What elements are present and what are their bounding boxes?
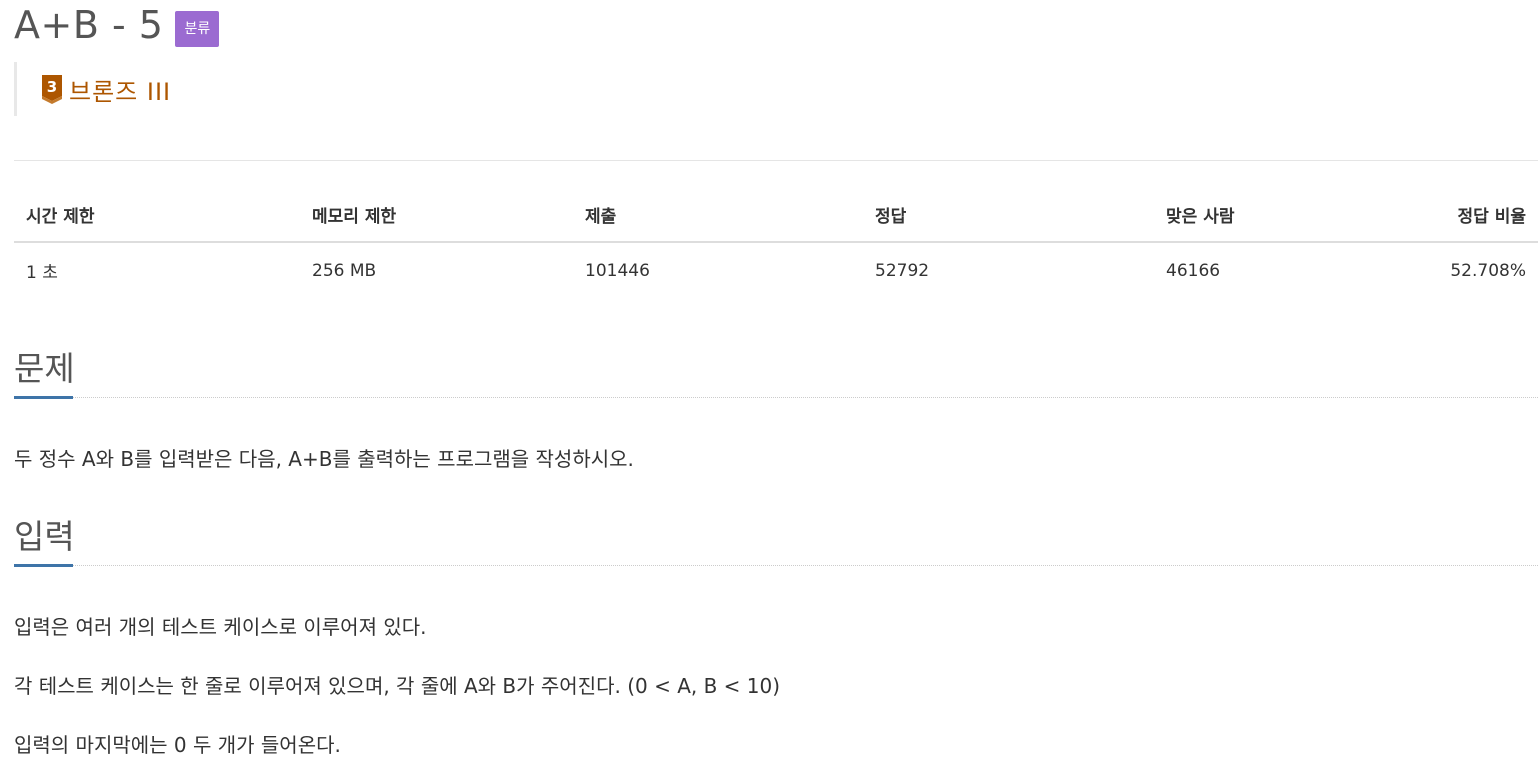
input-paragraph-3: 입력의 마지막에는 0 두 개가 들어온다. — [14, 733, 341, 757]
header-accept-rate: 정답 비율 — [1414, 188, 1538, 243]
heading-accent-bar — [14, 564, 73, 567]
input-section-heading: 입력 — [14, 512, 1538, 567]
cell-submissions[interactable]: 101446 — [573, 242, 863, 298]
cell-accepted[interactable]: 52792 — [863, 242, 1154, 298]
cell-solved-users[interactable]: 46166 — [1154, 242, 1414, 298]
header-accepted: 정답 — [863, 188, 1154, 243]
cell-time-limit: 1 초 — [26, 263, 58, 283]
problem-section-heading: 문제 — [14, 344, 1538, 399]
problem-info-table: 시간 제한 메모리 제한 제출 정답 맞은 사람 정답 비율 1 초 256 M… — [14, 188, 1538, 298]
tier-label[interactable]: 브론즈 III — [69, 72, 171, 107]
cell-memory-limit: 256 MB — [312, 260, 377, 281]
header-time-limit: 시간 제한 — [14, 188, 300, 243]
table-row: 1 초 256 MB 101446 52792 46166 52.708% — [14, 242, 1538, 298]
table-header-row: 시간 제한 메모리 제한 제출 정답 맞은 사람 정답 비율 — [14, 188, 1538, 243]
input-paragraph-2: 각 테스트 케이스는 한 줄로 이루어져 있으며, 각 줄에 A와 B가 주어진… — [14, 674, 781, 698]
title-divider — [14, 160, 1538, 161]
problem-description: 두 정수 A와 B를 입력받은 다음, A+B를 출력하는 프로그램을 작성하시… — [14, 447, 634, 471]
heading-divider — [14, 397, 1538, 398]
problem-heading-text: 문제 — [14, 349, 75, 388]
input-heading-text: 입력 — [14, 517, 75, 556]
problem-title: A+B - 5 — [14, 3, 164, 47]
header-submissions: 제출 — [573, 188, 863, 243]
cell-accept-rate: 52.708% — [1450, 260, 1526, 281]
title-row: A+B - 5 분류 — [14, 0, 220, 50]
input-paragraph-1: 입력은 여러 개의 테스트 케이스로 이루어져 있다. — [14, 615, 427, 639]
tier-number: 3 — [47, 78, 57, 96]
header-solved-users: 맞은 사람 — [1154, 188, 1414, 243]
tier-block: 3 브론즈 III — [14, 62, 171, 116]
heading-divider — [14, 565, 1538, 566]
heading-accent-bar — [14, 396, 73, 399]
header-memory-limit: 메모리 제한 — [300, 188, 573, 243]
bronze-tier-icon: 3 — [42, 75, 62, 104]
tag-badge[interactable]: 분류 — [175, 11, 220, 47]
